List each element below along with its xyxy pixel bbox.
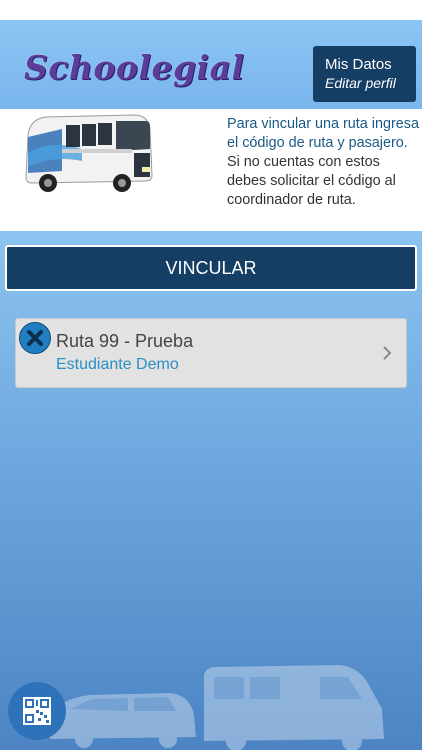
main-content: VINCULAR Ruta 99 - Prueba Estudiante Dem… (0, 231, 422, 750)
profile-button-title: Mis Datos (325, 56, 392, 73)
chevron-right-icon (383, 346, 392, 360)
vincular-button[interactable]: VINCULAR (5, 245, 417, 291)
info-text-highlight: Para vincular una ruta ingresa el código… (227, 116, 419, 151)
info-band: Para vincular una ruta ingresa el código… (0, 109, 422, 231)
route-card[interactable]: Ruta 99 - Prueba Estudiante Demo (15, 318, 407, 388)
app-logo: Schoolegial (24, 48, 245, 87)
status-bar (0, 0, 422, 20)
info-text-rest: Si no cuentas con estos debes solicitar … (227, 154, 396, 208)
profile-button-subtitle: Editar perfil (325, 75, 396, 91)
bus-image (25, 114, 153, 192)
remove-route-button[interactable] (19, 322, 51, 354)
app-header: Schoolegial Mis Datos Editar perfil (0, 20, 422, 109)
info-text: Para vincular una ruta ingresa el código… (227, 115, 419, 210)
qr-code-icon (23, 697, 51, 725)
route-name: Ruta 99 - Prueba (56, 331, 194, 351)
route-student: Estudiante Demo (56, 356, 179, 373)
qr-scan-button[interactable] (8, 682, 66, 740)
profile-button[interactable]: Mis Datos Editar perfil (313, 46, 416, 102)
close-icon (27, 330, 43, 346)
